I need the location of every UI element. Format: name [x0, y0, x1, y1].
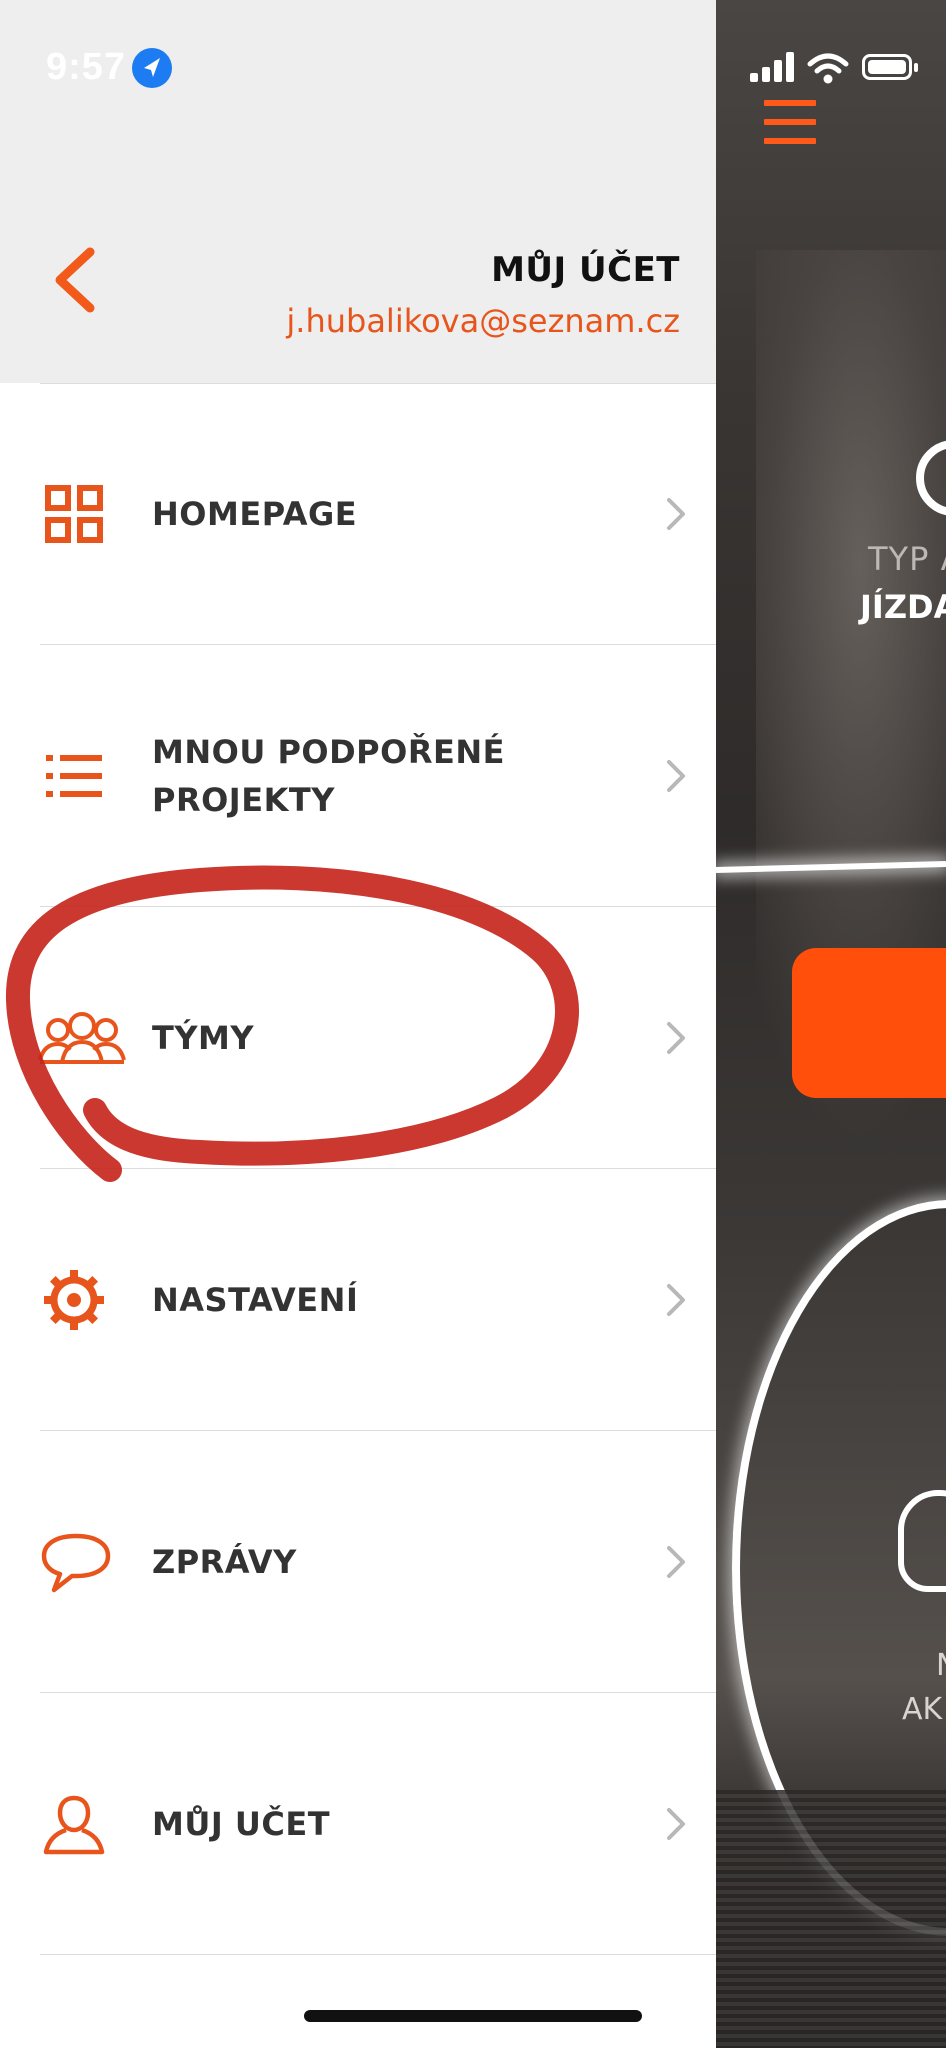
menu-item-label: MNOU PODPOŘENÉ PROJEKTY	[152, 732, 505, 819]
water-photo	[716, 1790, 946, 2048]
menu-item-teams[interactable]: TÝMY	[38, 907, 716, 1169]
menu-item-my-account[interactable]: MŮJ UČET	[40, 1693, 716, 1955]
menu-item-label: HOMEPAGE	[152, 495, 358, 533]
home-indicator[interactable]	[304, 2010, 642, 2022]
face-icon	[898, 1490, 946, 1592]
chevron-right-icon	[667, 1021, 685, 1054]
drawer-menu: HOMEPAGE MNOU PODPOŘENÉ PROJEKTY TÝMY NA…	[38, 383, 716, 1955]
menu-item-label: TÝMY	[152, 1018, 255, 1057]
bg-label-ak: AK	[902, 1692, 943, 1727]
chat-bubble-icon	[40, 1528, 112, 1596]
menu-item-label: NASTAVENÍ	[152, 1280, 359, 1319]
background-app: TYP A JÍZDA N AK	[716, 0, 946, 2048]
battery-icon	[862, 54, 918, 80]
chevron-right-icon	[667, 1545, 685, 1578]
menu-item-settings[interactable]: NASTAVENÍ	[40, 1169, 716, 1431]
bg-label-n: N	[936, 1648, 946, 1683]
menu-item-homepage[interactable]: HOMEPAGE	[40, 383, 716, 645]
back-button[interactable]	[40, 240, 110, 320]
menu-item-label: MŮJ UČET	[152, 1804, 331, 1843]
activity-type-value: JÍZDA	[860, 588, 946, 626]
activity-type-label: TYP A	[868, 540, 946, 578]
chevron-right-icon	[667, 1283, 685, 1316]
chevron-left-icon	[55, 247, 95, 313]
cellular-signal-icon	[750, 52, 796, 82]
menu-item-messages[interactable]: ZPRÁVY	[40, 1431, 716, 1693]
start-button[interactable]	[792, 948, 946, 1098]
team-icon	[36, 1004, 128, 1072]
chevron-right-icon	[667, 759, 685, 792]
status-icons	[750, 52, 920, 88]
user-icon	[40, 1790, 108, 1858]
menu-item-label: ZPRÁVY	[152, 1542, 297, 1581]
account-email: j.hubalikova@seznam.cz	[286, 302, 680, 340]
chevron-right-icon	[667, 1807, 685, 1840]
status-time: 9:57	[46, 46, 127, 88]
hamburger-menu-icon[interactable]	[764, 100, 816, 148]
menu-item-supported-projects[interactable]: MNOU PODPOŘENÉ PROJEKTY	[40, 645, 716, 907]
gear-icon	[40, 1266, 108, 1334]
grid-icon	[40, 480, 108, 548]
list-icon	[40, 742, 108, 810]
wifi-icon	[807, 53, 849, 84]
location-arrow-icon	[132, 48, 172, 88]
chevron-right-icon	[667, 498, 685, 530]
side-drawer: MŮJ ÚČET j.hubalikova@seznam.cz HOMEPAGE	[0, 0, 716, 2048]
account-title: MŮJ ÚČET	[491, 250, 680, 290]
